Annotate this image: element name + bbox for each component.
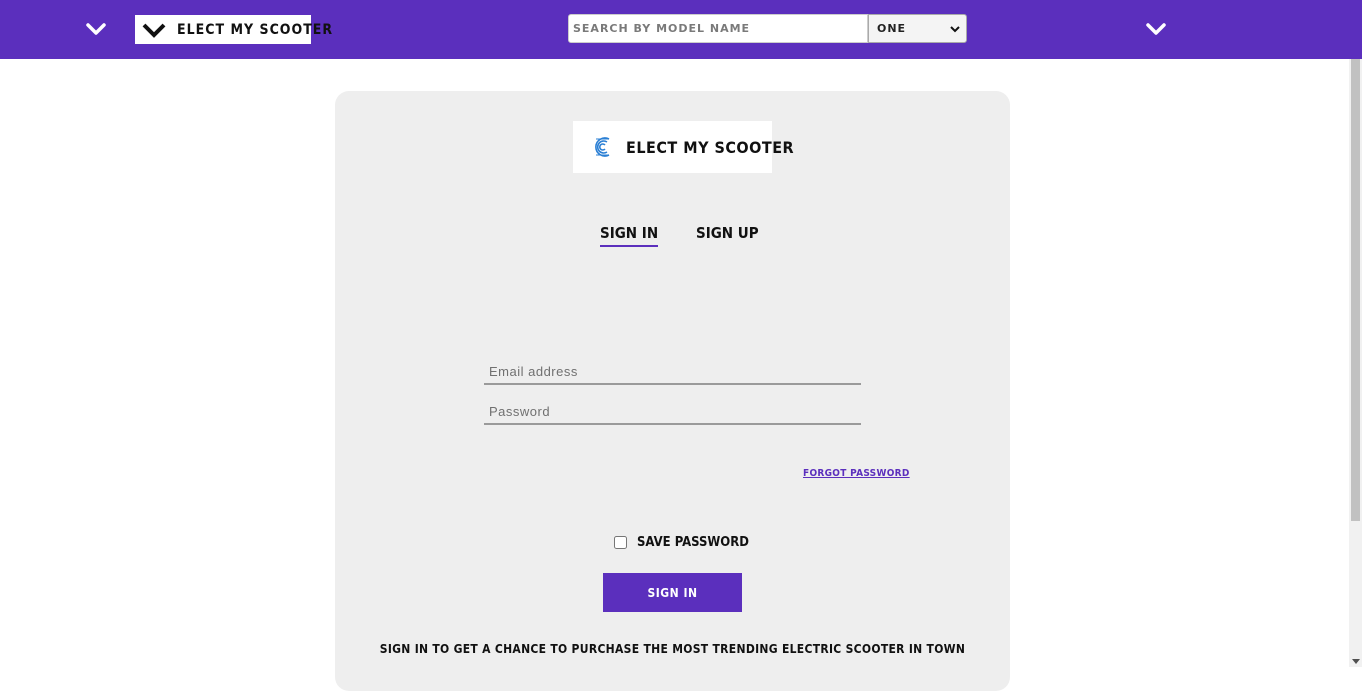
sign-in-button[interactable]: SIGN IN: [603, 573, 742, 612]
chevron-down-icon[interactable]: [85, 18, 107, 40]
scroll-down-arrow-icon[interactable]: [1352, 659, 1360, 664]
page-scrollbar[interactable]: [1349, 59, 1362, 667]
tab-sign-up[interactable]: SIGN UP: [696, 224, 759, 242]
chevron-down-icon: [950, 24, 960, 34]
search-input[interactable]: [568, 14, 868, 43]
chevron-down-icon: [141, 20, 167, 40]
email-field[interactable]: [484, 359, 861, 385]
scrollbar-thumb[interactable]: [1351, 59, 1360, 521]
auth-card: ELECT MY SCOOTER SIGN IN SIGN UP FORGOT …: [335, 91, 1010, 691]
header-brand-name: ELECT MY SCOOTER: [177, 21, 334, 38]
card-brand-name: ELECT MY SCOOTER: [626, 137, 795, 157]
scooter-logo-icon: [591, 136, 613, 158]
model-select-value: ONE: [877, 22, 907, 35]
save-password-checkbox[interactable]: [614, 536, 627, 549]
forgot-password-link[interactable]: FORGOT PASSWORD: [803, 468, 910, 479]
card-logo: ELECT MY SCOOTER: [573, 121, 794, 173]
promo-text: SIGN IN TO GET A CHANCE TO PURCHASE THE …: [379, 642, 966, 656]
header-logo[interactable]: ELECT MY SCOOTER: [135, 15, 332, 44]
tab-sign-in[interactable]: SIGN IN: [600, 224, 659, 247]
model-select[interactable]: ONE: [868, 14, 967, 43]
save-password-row[interactable]: SAVE PASSWORD: [614, 535, 749, 550]
save-password-label: SAVE PASSWORD: [637, 535, 749, 550]
chevron-down-icon[interactable]: [1145, 18, 1167, 40]
top-navigation-bar: ELECT MY SCOOTER ONE: [0, 0, 1362, 59]
password-field[interactable]: [484, 399, 861, 425]
